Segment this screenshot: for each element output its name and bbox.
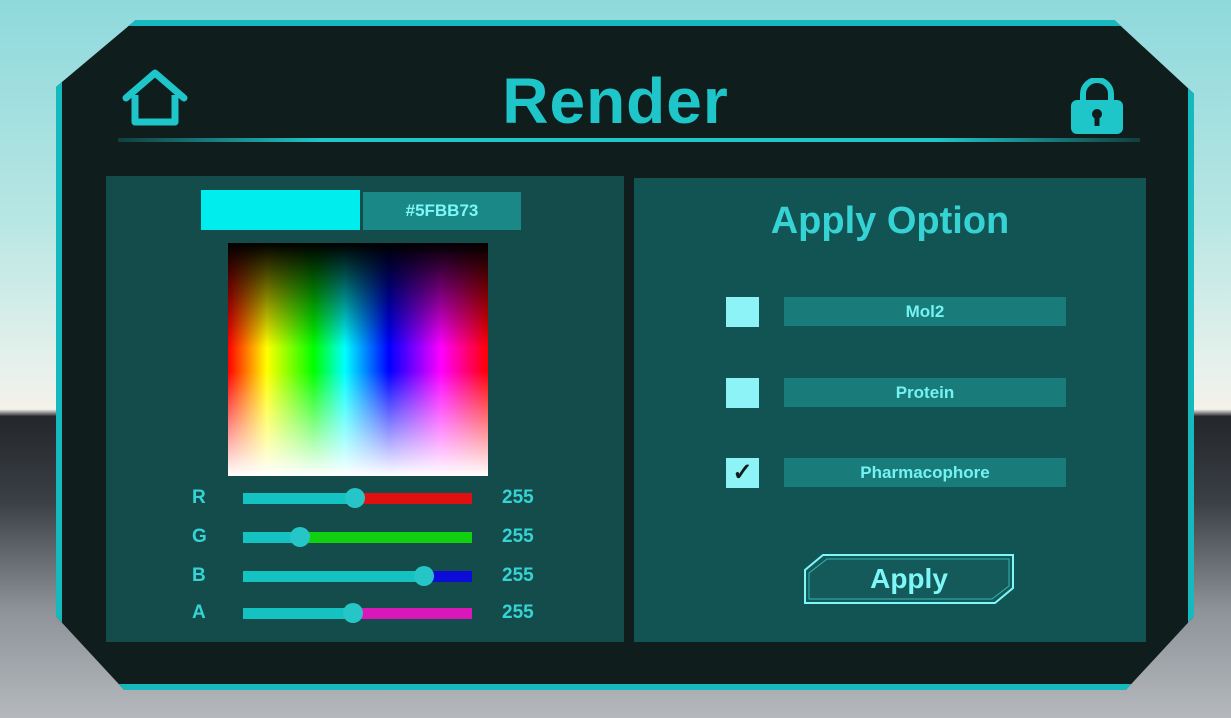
- slider-track[interactable]: [243, 488, 472, 508]
- slider-fill: [243, 608, 353, 619]
- lock-icon[interactable]: [1068, 78, 1126, 136]
- pharmacophore-checkbox[interactable]: ✓: [726, 458, 759, 488]
- slider-remainder: [353, 608, 472, 619]
- slider-label: A: [192, 602, 206, 623]
- slider-thumb[interactable]: [290, 527, 310, 547]
- protein-checkbox[interactable]: [726, 378, 759, 408]
- protein-label: Protein: [784, 378, 1066, 407]
- slider-track[interactable]: [243, 603, 472, 623]
- option-row-protein: Protein: [726, 378, 1066, 408]
- slider-r: R 255: [190, 486, 550, 510]
- slider-thumb[interactable]: [345, 488, 365, 508]
- slider-track[interactable]: [243, 527, 472, 547]
- slider-value: 255: [502, 602, 534, 623]
- pharmacophore-label: Pharmacophore: [784, 458, 1066, 487]
- slider-thumb[interactable]: [414, 566, 434, 586]
- color-spectrum[interactable]: [228, 243, 488, 476]
- slider-a: A 255: [190, 601, 550, 625]
- option-row-mol2: Mol2: [726, 297, 1066, 327]
- slider-label: R: [192, 487, 206, 508]
- slider-label: B: [192, 565, 206, 586]
- mol2-checkbox[interactable]: [726, 297, 759, 327]
- slider-value: 255: [502, 565, 534, 586]
- color-swatch: [201, 190, 360, 230]
- apply-option-heading: Apply Option: [770, 200, 1010, 242]
- slider-value: 255: [502, 526, 534, 547]
- slider-fill: [243, 571, 424, 582]
- slider-b: B 255: [190, 564, 550, 588]
- apply-button[interactable]: Apply: [803, 552, 1015, 606]
- slider-value: 255: [502, 487, 534, 508]
- apply-button-label: Apply: [870, 563, 948, 594]
- mol2-label: Mol2: [784, 297, 1066, 326]
- option-row-pharmacophore: ✓ Pharmacophore: [726, 458, 1066, 488]
- slider-thumb[interactable]: [343, 603, 363, 623]
- page-title: Render: [502, 65, 729, 137]
- hex-code-field[interactable]: #5FBB73: [363, 192, 521, 230]
- slider-remainder: [300, 532, 472, 543]
- slider-g: G 255: [190, 525, 550, 549]
- slider-track[interactable]: [243, 566, 472, 586]
- slider-fill: [243, 493, 355, 504]
- header-divider: [118, 138, 1140, 142]
- slider-remainder: [355, 493, 472, 504]
- slider-label: G: [192, 526, 207, 547]
